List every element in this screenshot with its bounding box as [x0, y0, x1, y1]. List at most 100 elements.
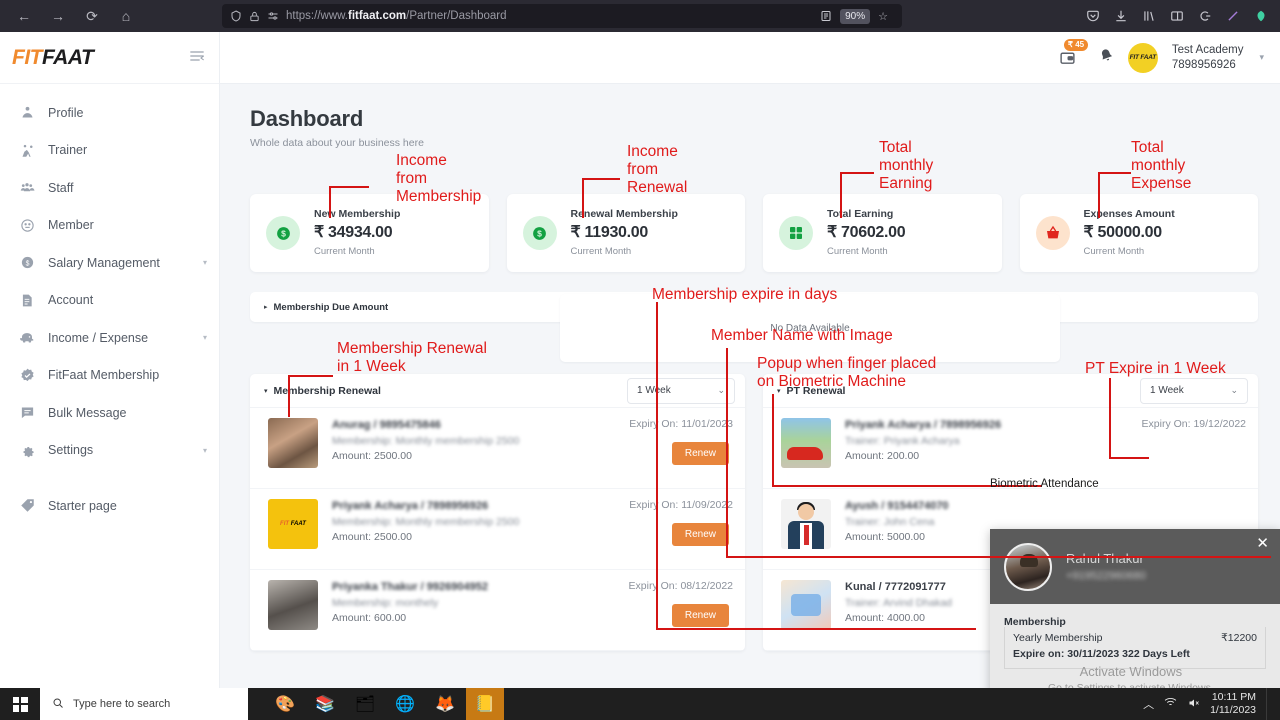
- pt-period-select[interactable]: 1 Week ⌄: [1140, 377, 1248, 404]
- membership-amount: Amount: 2500.00: [332, 531, 412, 544]
- stat-card-total-earning[interactable]: Total Earning ₹ 70602.00 Current Month: [763, 194, 1002, 272]
- system-tray: ︿ 10:11 PM 1/11/2023: [1143, 688, 1280, 720]
- pocket-icon[interactable]: [1084, 7, 1102, 25]
- annotation-line: [288, 375, 290, 417]
- chevron-down-icon[interactable]: ▾: [1259, 52, 1264, 63]
- search-placeholder-text: Type here to search: [73, 698, 171, 710]
- membership-detail: Membership: Monthly membership 2500: [332, 515, 520, 528]
- dollar-circle-icon: $: [18, 254, 36, 272]
- chrome-app-icon[interactable]: 🌐: [386, 688, 424, 720]
- table-row[interactable]: FIT FAAT Priyank Acharya / 7898956926 Me…: [250, 489, 745, 570]
- table-row[interactable]: Anurag / 9895475846 Membership: Monthly …: [250, 408, 745, 489]
- notification-bell-icon[interactable]: [1099, 48, 1114, 67]
- renew-button[interactable]: Renew: [671, 523, 729, 546]
- taskbar-search-box[interactable]: Type here to search: [40, 688, 248, 720]
- back-icon[interactable]: ←: [10, 3, 38, 29]
- sidebar: FITFAAT Profile Trainer Staff Member $ S…: [0, 32, 220, 688]
- extension-icon[interactable]: [1224, 7, 1242, 25]
- stat-card-expenses-amount[interactable]: Expenses Amount ₹ 50000.00 Current Month: [1019, 194, 1258, 272]
- sidebar-item-trainer[interactable]: Trainer: [0, 132, 219, 170]
- sidebar-item-profile[interactable]: Profile: [0, 94, 219, 132]
- wallet-balance-button[interactable]: ₹ 45: [1059, 38, 1089, 71]
- file-explorer-app-icon[interactable]: 🗂: [346, 688, 384, 720]
- member-photo: [781, 580, 831, 630]
- chevron-down-icon[interactable]: ▾: [203, 258, 207, 267]
- reload-icon[interactable]: ⟳: [78, 3, 106, 29]
- container-tabs-icon[interactable]: [1196, 7, 1214, 25]
- user-info[interactable]: Test Academy 7898956926: [1172, 43, 1244, 72]
- table-row[interactable]: Priyanka Thakur / 9926904952 Membership:…: [250, 570, 745, 651]
- bookmark-star-icon[interactable]: ☆: [878, 10, 888, 23]
- basket-icon: [1035, 216, 1070, 250]
- panel-title-wrap[interactable]: ▾ Membership Renewal: [264, 385, 381, 397]
- shield-icon[interactable]: [230, 10, 242, 22]
- member-name: Priyank Acharya / 7898956926: [332, 500, 489, 512]
- sidebar-item-income-expense[interactable]: Income / Expense ▾: [0, 319, 219, 357]
- taskbar-clock[interactable]: 10:11 PM 1/11/2023: [1210, 691, 1256, 717]
- sidebar-item-bulk-message[interactable]: Bulk Message: [0, 394, 219, 432]
- avatar[interactable]: FIT FAAT: [1127, 42, 1158, 73]
- sidebar-item-staff[interactable]: Staff: [0, 169, 219, 207]
- svg-text:$: $: [25, 261, 29, 268]
- home-icon[interactable]: ⌂: [112, 3, 140, 29]
- stat-card-renewal-membership[interactable]: $ Renewal Membership ₹ 11930.00 Current …: [506, 194, 745, 272]
- select-value: 1 Week: [637, 385, 671, 396]
- firefox-app-icon[interactable]: 🦊: [426, 688, 464, 720]
- top-header: ₹ 45 FIT FAAT Test Academy 7898956926 ▾: [220, 32, 1280, 84]
- member-photo: [268, 580, 318, 630]
- notepad-app-icon[interactable]: 📒: [466, 688, 504, 720]
- annotation-line: [1098, 172, 1131, 174]
- annotation-membership-renewal-week: Membership Renewal in 1 Week: [337, 340, 487, 375]
- sidebar-item-salary-management[interactable]: $ Salary Management ▾: [0, 244, 219, 282]
- start-button[interactable]: [0, 688, 40, 720]
- accordion-label: Membership Due Amount: [273, 301, 389, 313]
- renew-button[interactable]: Renew: [671, 604, 729, 627]
- profile-icon[interactable]: [1252, 7, 1270, 25]
- card-value: ₹ 70602.00: [827, 223, 906, 241]
- sidebar-item-member[interactable]: Member: [0, 207, 219, 245]
- show-desktop-button[interactable]: [1266, 688, 1272, 720]
- chevron-down-icon[interactable]: ▾: [203, 333, 207, 342]
- popup-member-name: Rahul Thakur: [1066, 551, 1144, 566]
- renew-button[interactable]: Renew: [671, 442, 729, 465]
- piggy-bank-icon: [18, 329, 36, 347]
- sidebar-brand-row: FITFAAT: [0, 32, 219, 84]
- tray-chevron-up-icon[interactable]: ︿: [1143, 696, 1154, 712]
- address-bar[interactable]: https://www.fitfaat.com/Partner/Dashboar…: [222, 4, 902, 28]
- sidebar-item-starter-page[interactable]: Starter page: [0, 487, 219, 525]
- permissions-icon[interactable]: [267, 10, 279, 22]
- zoom-level-badge[interactable]: 90%: [840, 8, 871, 24]
- volume-muted-icon[interactable]: [1187, 697, 1200, 712]
- chevron-down-icon[interactable]: ▾: [203, 446, 207, 455]
- paint-app-icon[interactable]: 🎨: [266, 688, 304, 720]
- popup-plan-name: Yearly Membership: [1013, 632, 1103, 644]
- wifi-icon[interactable]: [1164, 697, 1177, 711]
- download-icon[interactable]: [1112, 7, 1130, 25]
- lock-icon[interactable]: [249, 11, 260, 22]
- sidebar-item-settings[interactable]: Settings ▾: [0, 432, 219, 470]
- url-text: https://www.fitfaat.com/Partner/Dashboar…: [286, 10, 507, 22]
- reader-mode-icon[interactable]: [820, 10, 832, 22]
- grid-squares-icon: [779, 216, 813, 250]
- card-footer: Current Month: [827, 246, 888, 258]
- annotation-line: [840, 172, 874, 174]
- sidebar-label: Income / Expense: [48, 330, 149, 345]
- table-row[interactable]: Priyank Acharya / 7898956926 Trainer: Pr…: [763, 408, 1258, 489]
- sidebar-collapse-icon[interactable]: [189, 49, 205, 67]
- books-app-icon[interactable]: 📚: [306, 688, 344, 720]
- sidebar-item-account[interactable]: Account: [0, 282, 219, 320]
- svg-text:$: $: [281, 228, 286, 238]
- annotation-popup-biometric: Popup when finger placed on Biometric Ma…: [757, 355, 937, 390]
- annotation-membership-expire-days: Membership expire in days: [652, 286, 838, 303]
- forward-icon[interactable]: →: [44, 3, 72, 29]
- sidebar-label: Starter page: [48, 498, 117, 513]
- close-icon[interactable]: ✕: [1256, 536, 1269, 551]
- membership-period-select[interactable]: 1 Week ⌄: [627, 377, 735, 404]
- logo-faat-text: FAAT: [42, 45, 94, 69]
- app-logo[interactable]: FITFAAT: [12, 45, 94, 70]
- sidebar-toggle-icon[interactable]: [1168, 7, 1186, 25]
- library-icon[interactable]: [1140, 7, 1158, 25]
- sidebar-item-fitfaat-membership[interactable]: FitFaat Membership: [0, 357, 219, 395]
- panel-header: ▾ Membership Renewal 1 Week ⌄: [250, 374, 745, 408]
- logo-fit-text: FIT: [12, 45, 43, 69]
